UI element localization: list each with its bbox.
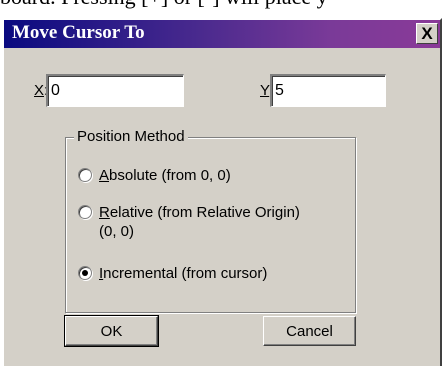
radio-relative-indicator[interactable]: [78, 205, 92, 219]
dialog-title: Move Cursor To: [12, 22, 145, 43]
radio-absolute-text: bsolute (from 0, 0): [109, 167, 231, 184]
position-method-title: Position Method: [74, 128, 188, 145]
radio-incremental-indicator[interactable]: [78, 266, 92, 280]
y-input[interactable]: 5: [270, 74, 386, 107]
radio-incremental-text: ncremental (from cursor): [103, 265, 268, 282]
close-button[interactable]: X: [416, 23, 438, 44]
radio-relative-text: elative (from Relative Origin): [109, 204, 300, 221]
dialog-title-bar[interactable]: Move Cursor To X: [4, 20, 440, 48]
radio-relative-origin-text: (0, 0): [99, 223, 135, 240]
radio-incremental[interactable]: Incremental (from cursor): [78, 264, 267, 283]
background-document-text: board. Pressing [+] or [-] will place y: [0, 0, 442, 10]
radio-relative[interactable]: Relative (from Relative Origin) (0, 0): [78, 203, 300, 241]
radio-absolute-indicator[interactable]: [78, 168, 92, 182]
ok-button[interactable]: OK: [64, 315, 159, 347]
radio-incremental-label[interactable]: Incremental (from cursor): [99, 264, 267, 283]
close-icon: X: [421, 24, 433, 43]
move-cursor-dialog: Move Cursor To X X: 0 Y: 5 Position Meth…: [2, 18, 442, 366]
x-input[interactable]: 0: [46, 74, 184, 107]
radio-relative-label[interactable]: Relative (from Relative Origin) (0, 0): [99, 203, 300, 241]
radio-relative-mnemonic: R: [99, 204, 110, 221]
radio-absolute-mnemonic: A: [99, 167, 110, 184]
x-label-mnemonic: X: [34, 82, 45, 99]
radio-absolute[interactable]: Absolute (from 0, 0): [78, 166, 231, 185]
y-label-mnemonic: Y: [260, 82, 270, 99]
radio-absolute-label[interactable]: Absolute (from 0, 0): [99, 166, 231, 185]
cancel-button[interactable]: Cancel: [263, 316, 356, 346]
position-method-group: Position Method Absolute (from 0, 0) Rel…: [65, 128, 356, 313]
